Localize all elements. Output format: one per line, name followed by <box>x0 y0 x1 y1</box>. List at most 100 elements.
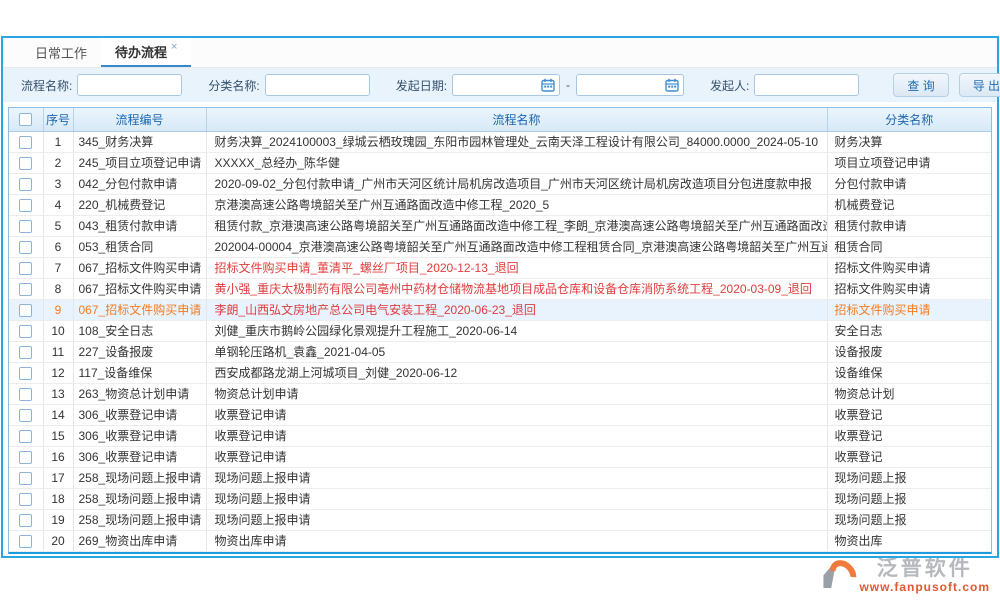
row-checkbox[interactable] <box>19 199 32 212</box>
row-name[interactable]: 财务决算_2024100003_绿城云栖玫瑰园_东阳市园林管理处_云南天泽工程设… <box>206 131 827 152</box>
tab-close-icon[interactable]: × <box>171 41 177 53</box>
row-name[interactable]: 京港澳高速公路粤境韶关至广州互通路面改造中修工程_2020_5 <box>206 194 827 215</box>
row-category: 分包付款申请 <box>827 173 991 194</box>
fanpu-logo-icon <box>823 558 857 592</box>
row-no: 7 <box>43 257 73 278</box>
table-row[interactable]: 17258_现场问题上报申请现场问题上报申请现场问题上报 <box>9 467 991 488</box>
table-row[interactable]: 5043_租赁付款申请租赁付款_京港澳高速公路粤境韶关至广州互通路面改造中修工程… <box>9 215 991 236</box>
table-row[interactable]: 11227_设备报废单钢轮压路机_袁鑫_2021-04-05设备报废 <box>9 341 991 362</box>
row-checkbox[interactable] <box>19 472 32 485</box>
row-code: 043_租赁付款申请 <box>73 215 206 236</box>
tab-pending-flows-label: 待办流程 <box>115 42 167 61</box>
row-checkbox[interactable] <box>19 241 32 254</box>
row-checkbox[interactable] <box>19 178 32 191</box>
row-name[interactable]: 2020-09-02_分包付款申请_广州市天河区统计局机房改造项目_广州市天河区… <box>206 173 827 194</box>
row-category: 收票登记 <box>827 425 991 446</box>
row-checkbox[interactable] <box>19 325 32 338</box>
table-row[interactable]: 4220_机械费登记京港澳高速公路粤境韶关至广州互通路面改造中修工程_2020_… <box>9 194 991 215</box>
table-row[interactable]: 6053_租赁合同202004-00004_京港澳高速公路粤境韶关至广州互通路面… <box>9 236 991 257</box>
row-category: 招标文件购买申请 <box>827 278 991 299</box>
row-name[interactable]: 招标文件购买申请_董清平_螺丝厂项目_2020-12-13_退回 <box>206 257 827 278</box>
row-name[interactable]: 现场问题上报申请 <box>206 467 827 488</box>
table-row[interactable]: 1345_财务决算财务决算_2024100003_绿城云栖玫瑰园_东阳市园林管理… <box>9 131 991 152</box>
table-row[interactable]: 8067_招标文件购买申请黄小强_重庆太极制药有限公司亳州中药材仓储物流基地项目… <box>9 278 991 299</box>
tab-pending-flows[interactable]: 待办流程 × <box>101 38 191 67</box>
row-checkbox[interactable] <box>19 493 32 506</box>
table-row[interactable]: 14306_收票登记申请收票登记申请收票登记 <box>9 404 991 425</box>
row-checkbox[interactable] <box>19 367 32 380</box>
row-checkbox[interactable] <box>19 262 32 275</box>
query-button[interactable]: 查 询 <box>893 73 948 97</box>
row-code: 067_招标文件购买申请 <box>73 299 206 320</box>
row-category: 招标文件购买申请 <box>827 299 991 320</box>
row-no: 4 <box>43 194 73 215</box>
row-category: 租赁付款申请 <box>827 215 991 236</box>
category-name-input[interactable] <box>265 74 370 96</box>
row-name[interactable]: 刘健_重庆市鹅岭公园绿化景观提升工程施工_2020-06-14 <box>206 320 827 341</box>
row-name[interactable]: 收票登记申请 <box>206 425 827 446</box>
row-checkbox[interactable] <box>19 514 32 527</box>
process-name-input[interactable] <box>77 74 182 96</box>
table-row[interactable]: 9067_招标文件购买申请李朗_山西弘文房地产总公司电气安装工程_2020-06… <box>9 299 991 320</box>
table-row[interactable]: 2245_项目立项登记申请XXXXX_总经办_陈华健项目立项登记申请 <box>9 152 991 173</box>
row-no: 20 <box>43 530 73 551</box>
row-no: 13 <box>43 383 73 404</box>
table-row[interactable]: 16306_收票登记申请收票登记申请收票登记 <box>9 446 991 467</box>
export-button[interactable]: 导 出 <box>959 73 1000 97</box>
row-no: 8 <box>43 278 73 299</box>
tab-daily-work[interactable]: 日常工作 <box>21 38 101 67</box>
row-name[interactable]: XXXXX_总经办_陈华健 <box>206 152 827 173</box>
row-name[interactable]: 物资出库申请 <box>206 530 827 551</box>
process-name-label: 流程名称: <box>21 77 72 94</box>
table-row[interactable]: 15306_收票登记申请收票登记申请收票登记 <box>9 425 991 446</box>
initiator-input[interactable] <box>754 74 859 96</box>
row-name[interactable]: 物资总计划申请 <box>206 383 827 404</box>
row-name[interactable]: 西安成都路龙湖上河城项目_刘健_2020-06-12 <box>206 362 827 383</box>
table-header-row: 序号 流程编号 流程名称 分类名称 <box>9 108 991 131</box>
row-name[interactable]: 租赁付款_京港澳高速公路粤境韶关至广州互通路面改造中修工程_李朗_京港澳高速公路… <box>206 215 827 236</box>
row-category: 安全日志 <box>827 320 991 341</box>
select-all-checkbox[interactable] <box>19 113 32 126</box>
table-row[interactable]: 20269_物资出库申请物资出库申请物资出库 <box>9 530 991 551</box>
table-row[interactable]: 19258_现场问题上报申请现场问题上报申请现场问题上报 <box>9 509 991 530</box>
row-name[interactable]: 202004-00004_京港澳高速公路粤境韶关至广州互通路面改造中修工程租赁合… <box>206 236 827 257</box>
row-checkbox[interactable] <box>19 409 32 422</box>
row-code: 245_项目立项登记申请 <box>73 152 206 173</box>
row-checkbox[interactable] <box>19 430 32 443</box>
row-checkbox[interactable] <box>19 535 32 548</box>
initiator-label: 发起人: <box>710 77 749 94</box>
row-checkbox[interactable] <box>19 220 32 233</box>
row-name[interactable]: 收票登记申请 <box>206 404 827 425</box>
table-row[interactable]: 3042_分包付款申请2020-09-02_分包付款申请_广州市天河区统计局机房… <box>9 173 991 194</box>
row-checkbox[interactable] <box>19 388 32 401</box>
row-checkbox[interactable] <box>19 136 32 149</box>
row-checkbox[interactable] <box>19 304 32 317</box>
row-name[interactable]: 收票登记申请 <box>206 446 827 467</box>
row-name[interactable]: 现场问题上报申请 <box>206 509 827 530</box>
table-row[interactable]: 18258_现场问题上报申请现场问题上报申请现场问题上报 <box>9 488 991 509</box>
row-name[interactable]: 李朗_山西弘文房地产总公司电气安装工程_2020-06-23_退回 <box>206 299 827 320</box>
row-checkbox[interactable] <box>19 346 32 359</box>
row-no: 18 <box>43 488 73 509</box>
row-checkbox[interactable] <box>19 157 32 170</box>
row-checkbox[interactable] <box>19 451 32 464</box>
row-name[interactable]: 现场问题上报申请 <box>206 488 827 509</box>
row-code: 258_现场问题上报申请 <box>73 509 206 530</box>
table-row[interactable]: 7067_招标文件购买申请招标文件购买申请_董清平_螺丝厂项目_2020-12-… <box>9 257 991 278</box>
row-category: 项目立项登记申请 <box>827 152 991 173</box>
row-name[interactable]: 黄小强_重庆太极制药有限公司亳州中药材仓储物流基地项目成品仓库和设备仓库消防系统… <box>206 278 827 299</box>
tab-daily-work-label: 日常工作 <box>35 43 87 62</box>
calendar-icon[interactable] <box>665 78 679 92</box>
row-category: 收票登记 <box>827 446 991 467</box>
vendor-name: 泛普软件 <box>877 558 973 580</box>
row-code: 306_收票登记申请 <box>73 425 206 446</box>
table-row[interactable]: 13263_物资总计划申请物资总计划申请物资总计划 <box>9 383 991 404</box>
row-code: 042_分包付款申请 <box>73 173 206 194</box>
row-code: 263_物资总计划申请 <box>73 383 206 404</box>
table-row[interactable]: 10108_安全日志刘健_重庆市鹅岭公园绿化景观提升工程施工_2020-06-1… <box>9 320 991 341</box>
calendar-icon[interactable] <box>541 78 555 92</box>
table-row[interactable]: 12117_设备维保西安成都路龙湖上河城项目_刘健_2020-06-12设备维保 <box>9 362 991 383</box>
row-name[interactable]: 单钢轮压路机_袁鑫_2021-04-05 <box>206 341 827 362</box>
row-checkbox[interactable] <box>19 283 32 296</box>
vendor-website: www.fanpusoft.com <box>859 580 990 594</box>
